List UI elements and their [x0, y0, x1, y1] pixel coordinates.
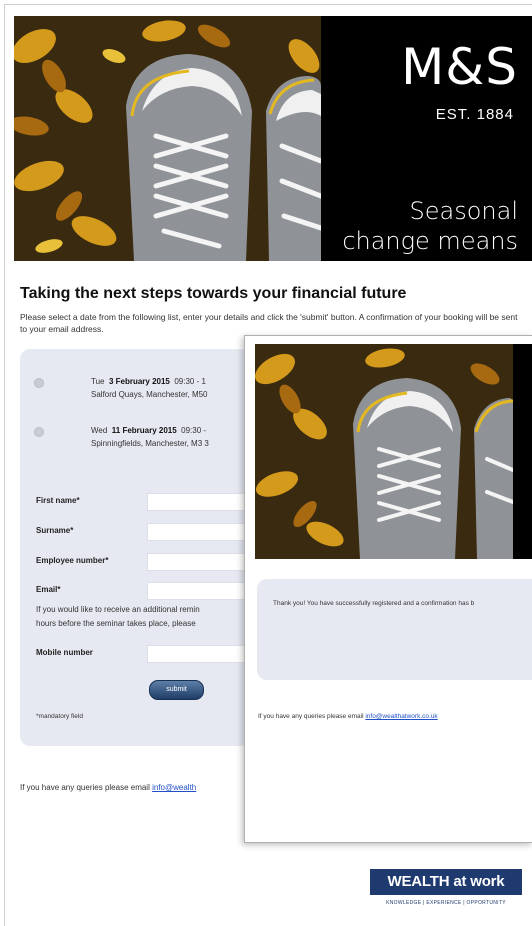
- mobile-label: Mobile number: [36, 648, 93, 657]
- first-name-input[interactable]: [147, 493, 250, 511]
- seminar-2-date: Wed 11 February 2015 09:30 -: [91, 426, 207, 435]
- queries-text: If you have any queries please email: [20, 783, 150, 792]
- employee-number-label: Employee number*: [36, 556, 109, 565]
- confirmation-message: Thank you! You have successfully registe…: [273, 600, 475, 607]
- email-link[interactable]: info@wealth: [152, 783, 196, 792]
- reminder-note-line-2: hours before the seminar takes place, pl…: [36, 619, 196, 628]
- submit-button[interactable]: submit: [149, 680, 204, 700]
- employee-number-input[interactable]: [147, 553, 250, 571]
- seminar-2-venue: Spinningfields, Manchester, M3 3: [91, 439, 209, 448]
- ms-logo: M&S: [401, 38, 518, 96]
- wealth-at-work-strapline: KNOWLEDGE | EXPERIENCE | OPPORTUNITY: [386, 900, 506, 906]
- tagline-line-2: change means: [342, 227, 518, 255]
- email-input[interactable]: [147, 582, 250, 600]
- queries-line: If you have any queries please email inf…: [20, 783, 196, 792]
- hero-banner: M&S EST. 1884 Seasonal change means: [14, 16, 532, 261]
- brand-panel: M&S EST. 1884 Seasonal change means: [321, 16, 532, 261]
- banner-tagline: Seasonal change means: [342, 196, 518, 256]
- brand-panel-small: [513, 344, 532, 559]
- seminar-2-radio[interactable]: [34, 427, 44, 437]
- confirmation-panel: [257, 579, 532, 680]
- autumn-sneakers-photo-small: [255, 344, 513, 559]
- tagline-line-1: Seasonal: [409, 197, 518, 225]
- wealth-at-work-logo: WEALTH at work: [370, 869, 522, 895]
- page-title: Taking the next steps towards your finan…: [20, 285, 407, 302]
- seminar-1-radio[interactable]: [34, 378, 44, 388]
- surname-input[interactable]: [147, 523, 250, 541]
- mobile-input[interactable]: [147, 645, 250, 663]
- surname-label: Surname*: [36, 526, 74, 535]
- confirmation-email-link[interactable]: info@wealthatwork.co.uk: [365, 713, 437, 720]
- autumn-sneakers-photo: [14, 16, 321, 261]
- confirmation-queries-line: If you have any queries please email inf…: [258, 713, 438, 720]
- confirmation-queries-text: If you have any queries please email: [258, 713, 364, 720]
- seminar-1-venue: Salford Quays, Manchester, M50: [91, 390, 208, 399]
- seminar-1-date: Tue 3 February 2015 09:30 - 1: [91, 377, 206, 386]
- intro-text: Please select a date from the following …: [20, 312, 518, 334]
- email-label: Email*: [36, 585, 61, 594]
- booking-form-panel: [20, 349, 250, 746]
- mandatory-note: *mandatory field: [36, 713, 83, 720]
- reminder-note-line-1: If you would like to receive an addition…: [36, 605, 200, 614]
- established-text: EST. 1884: [435, 106, 514, 123]
- confirmation-window: Thank you! You have successfully registe…: [244, 335, 532, 843]
- first-name-label: First name*: [36, 496, 80, 505]
